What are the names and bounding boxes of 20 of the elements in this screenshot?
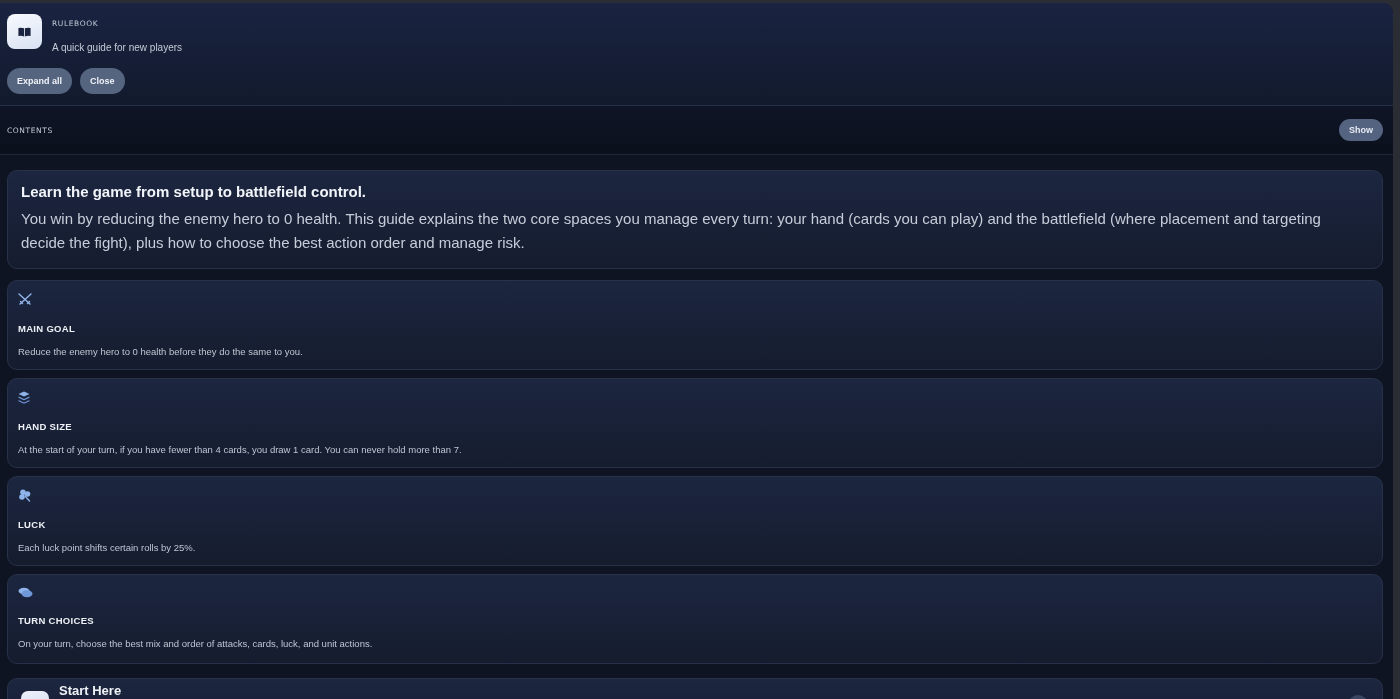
clover-icon — [18, 489, 32, 502]
subtitle: A quick guide for new players — [52, 42, 183, 54]
book-icon — [7, 14, 42, 49]
rule-text: Each luck point shifts certain rolls by 25%. — [18, 542, 196, 554]
show-button[interactable]: Show — [1339, 119, 1383, 141]
rule-title: TURN CHOICES — [18, 615, 94, 627]
header-action-button[interactable]: Expand all — [7, 68, 72, 94]
header-action-button[interactable]: Close — [80, 68, 125, 94]
intro-text: You win by reducing the enemy hero to 0 health. This guide explains the two core spaces you manage every turn: your hand (cards you can play) and the battlefield (where placement and targeting decide the fight), plus how to choose the best action order and manage risk. — [21, 209, 1322, 253]
rule-text: Reduce the enemy hero to 0 health before they do the same to you. — [18, 346, 303, 358]
rule-text: On your turn, choose the best mix and order of attacks, cards, luck, and unit actions. — [18, 638, 373, 650]
rule-title: LUCK — [18, 519, 46, 531]
intro-title: Learn the game from setup to battlefield control. — [21, 183, 368, 201]
rule-title: MAIN GOAL — [18, 323, 76, 335]
crossed-swords-icon — [18, 293, 32, 306]
layers-icon — [18, 391, 30, 404]
rule-text: At the start of your turn, if you have fewer than 4 cards, you draw 1 card. You can never hold more than 7. — [18, 444, 462, 456]
coins-icon — [18, 587, 33, 598]
rule-title: HAND SIZE — [18, 421, 72, 433]
section-title: Start Here — [59, 684, 122, 697]
